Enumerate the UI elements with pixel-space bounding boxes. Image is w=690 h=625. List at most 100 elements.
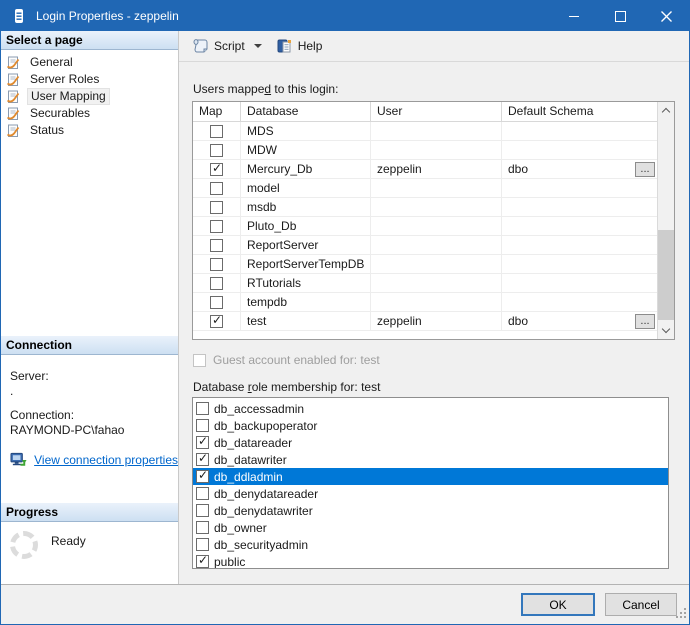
table-row[interactable]: RTutorials [193, 274, 657, 293]
chevron-down-icon [662, 325, 670, 333]
role-label: db_owner [214, 521, 267, 535]
schema-cell [502, 198, 657, 217]
column-header-default-schema[interactable]: Default Schema [502, 102, 657, 122]
table-row[interactable]: model [193, 179, 657, 198]
users-mapped-label-pre: Users mappe [193, 82, 264, 96]
table-row[interactable]: tempdb [193, 293, 657, 312]
user-cell [371, 198, 502, 217]
script-dropdown-icon [254, 44, 262, 48]
user-cell [371, 179, 502, 198]
schema-value: dbo [508, 162, 528, 176]
guest-account-checkbox [193, 354, 206, 367]
connection-label: Connection: [10, 408, 178, 423]
table-row[interactable]: MDW [193, 141, 657, 160]
role-checkbox[interactable] [196, 419, 209, 432]
grid-scrollbar[interactable] [657, 102, 674, 339]
role-list-item[interactable]: db_datareader [193, 434, 668, 451]
role-checkbox[interactable] [196, 504, 209, 517]
role-checkbox[interactable] [196, 470, 209, 483]
database-cell: Pluto_Db [241, 217, 371, 236]
schema-cell [502, 217, 657, 236]
role-list-item[interactable]: public [193, 553, 668, 569]
table-row[interactable]: msdb [193, 198, 657, 217]
scroll-down-button[interactable] [658, 322, 674, 339]
cancel-button[interactable]: Cancel [605, 593, 677, 616]
page-icon [6, 124, 22, 138]
role-list-item[interactable]: db_denydatareader [193, 485, 668, 502]
sidebar-item-general[interactable]: General [1, 54, 178, 71]
maximize-button[interactable] [597, 1, 643, 31]
map-checkbox[interactable] [210, 125, 223, 138]
role-checkbox[interactable] [196, 436, 209, 449]
role-checkbox[interactable] [196, 521, 209, 534]
role-list-item[interactable]: db_datawriter [193, 451, 668, 468]
view-connection-properties-link[interactable]: View connection properties [34, 453, 178, 468]
script-button[interactable]: Script [189, 35, 273, 57]
role-checkbox[interactable] [196, 402, 209, 415]
role-list-item[interactable]: db_owner [193, 519, 668, 536]
map-checkbox[interactable] [210, 239, 223, 252]
sidebar-item-label: General [27, 55, 76, 70]
map-checkbox[interactable] [210, 163, 223, 176]
help-label: Help [298, 39, 323, 53]
sidebar: Select a page General Server Roles User … [1, 31, 179, 584]
map-checkbox[interactable] [210, 296, 223, 309]
role-label: db_backupoperator [214, 419, 317, 433]
table-row[interactable]: Mercury_Db zeppelin dbo ... [193, 160, 657, 179]
role-checkbox[interactable] [196, 487, 209, 500]
schema-cell: dbo ... [502, 312, 657, 331]
sidebar-item-securables[interactable]: Securables [1, 105, 178, 122]
progress-status: Ready [51, 534, 86, 548]
chevron-up-icon [662, 108, 670, 116]
schema-cell [502, 179, 657, 198]
database-cell: MDW [241, 141, 371, 160]
sidebar-item-status[interactable]: Status [1, 122, 178, 139]
user-cell [371, 274, 502, 293]
role-checkbox[interactable] [196, 555, 209, 568]
role-list-item[interactable]: db_securityadmin [193, 536, 668, 553]
role-list-item[interactable]: db_ddladmin [193, 468, 668, 485]
map-checkbox[interactable] [210, 144, 223, 157]
table-row[interactable]: ReportServerTempDB [193, 255, 657, 274]
role-list-item[interactable]: db_denydatawriter [193, 502, 668, 519]
grid-table: Map Database User Default Schema MDS MDW [193, 102, 657, 339]
browse-schema-button[interactable]: ... [635, 314, 655, 329]
role-checkbox[interactable] [196, 453, 209, 466]
role-label: db_denydatawriter [214, 504, 313, 518]
map-checkbox[interactable] [210, 220, 223, 233]
column-header-database[interactable]: Database [241, 102, 371, 122]
connection-properties-icon [10, 452, 27, 468]
map-checkbox[interactable] [210, 277, 223, 290]
table-row[interactable]: Pluto_Db [193, 217, 657, 236]
resize-grip[interactable] [676, 608, 687, 622]
scrollbar-thumb[interactable] [658, 230, 674, 320]
schema-cell [502, 274, 657, 293]
table-row[interactable]: test zeppelin dbo ... [193, 312, 657, 331]
scroll-up-button[interactable] [658, 102, 674, 119]
help-button[interactable]: Help [273, 35, 326, 57]
map-checkbox[interactable] [210, 201, 223, 214]
role-list-item[interactable]: db_backupoperator [193, 417, 668, 434]
map-checkbox[interactable] [210, 182, 223, 195]
progress-block: Ready [1, 522, 178, 559]
table-row[interactable]: MDS [193, 122, 657, 141]
map-checkbox[interactable] [210, 258, 223, 271]
sidebar-item-server-roles[interactable]: Server Roles [1, 71, 178, 88]
ok-button[interactable]: OK [521, 593, 595, 616]
close-button[interactable] [643, 1, 689, 31]
map-checkbox[interactable] [210, 315, 223, 328]
browse-schema-button[interactable]: ... [635, 162, 655, 177]
schema-cell: dbo ... [502, 160, 657, 179]
column-header-map[interactable]: Map [193, 102, 241, 122]
column-header-user[interactable]: User [371, 102, 502, 122]
server-value: . [10, 384, 178, 399]
minimize-button[interactable] [551, 1, 597, 31]
role-list-item[interactable]: db_accessadmin [193, 400, 668, 417]
table-row[interactable]: ReportServer [193, 236, 657, 255]
sidebar-item-user-mapping[interactable]: User Mapping [1, 88, 178, 105]
user-mapping-page: Script Help Users mapped to t [179, 31, 689, 584]
role-checkbox[interactable] [196, 538, 209, 551]
sidebar-item-label: Status [27, 123, 67, 138]
database-cell: model [241, 179, 371, 198]
titlebar[interactable]: Login Properties - zeppelin [1, 1, 689, 31]
